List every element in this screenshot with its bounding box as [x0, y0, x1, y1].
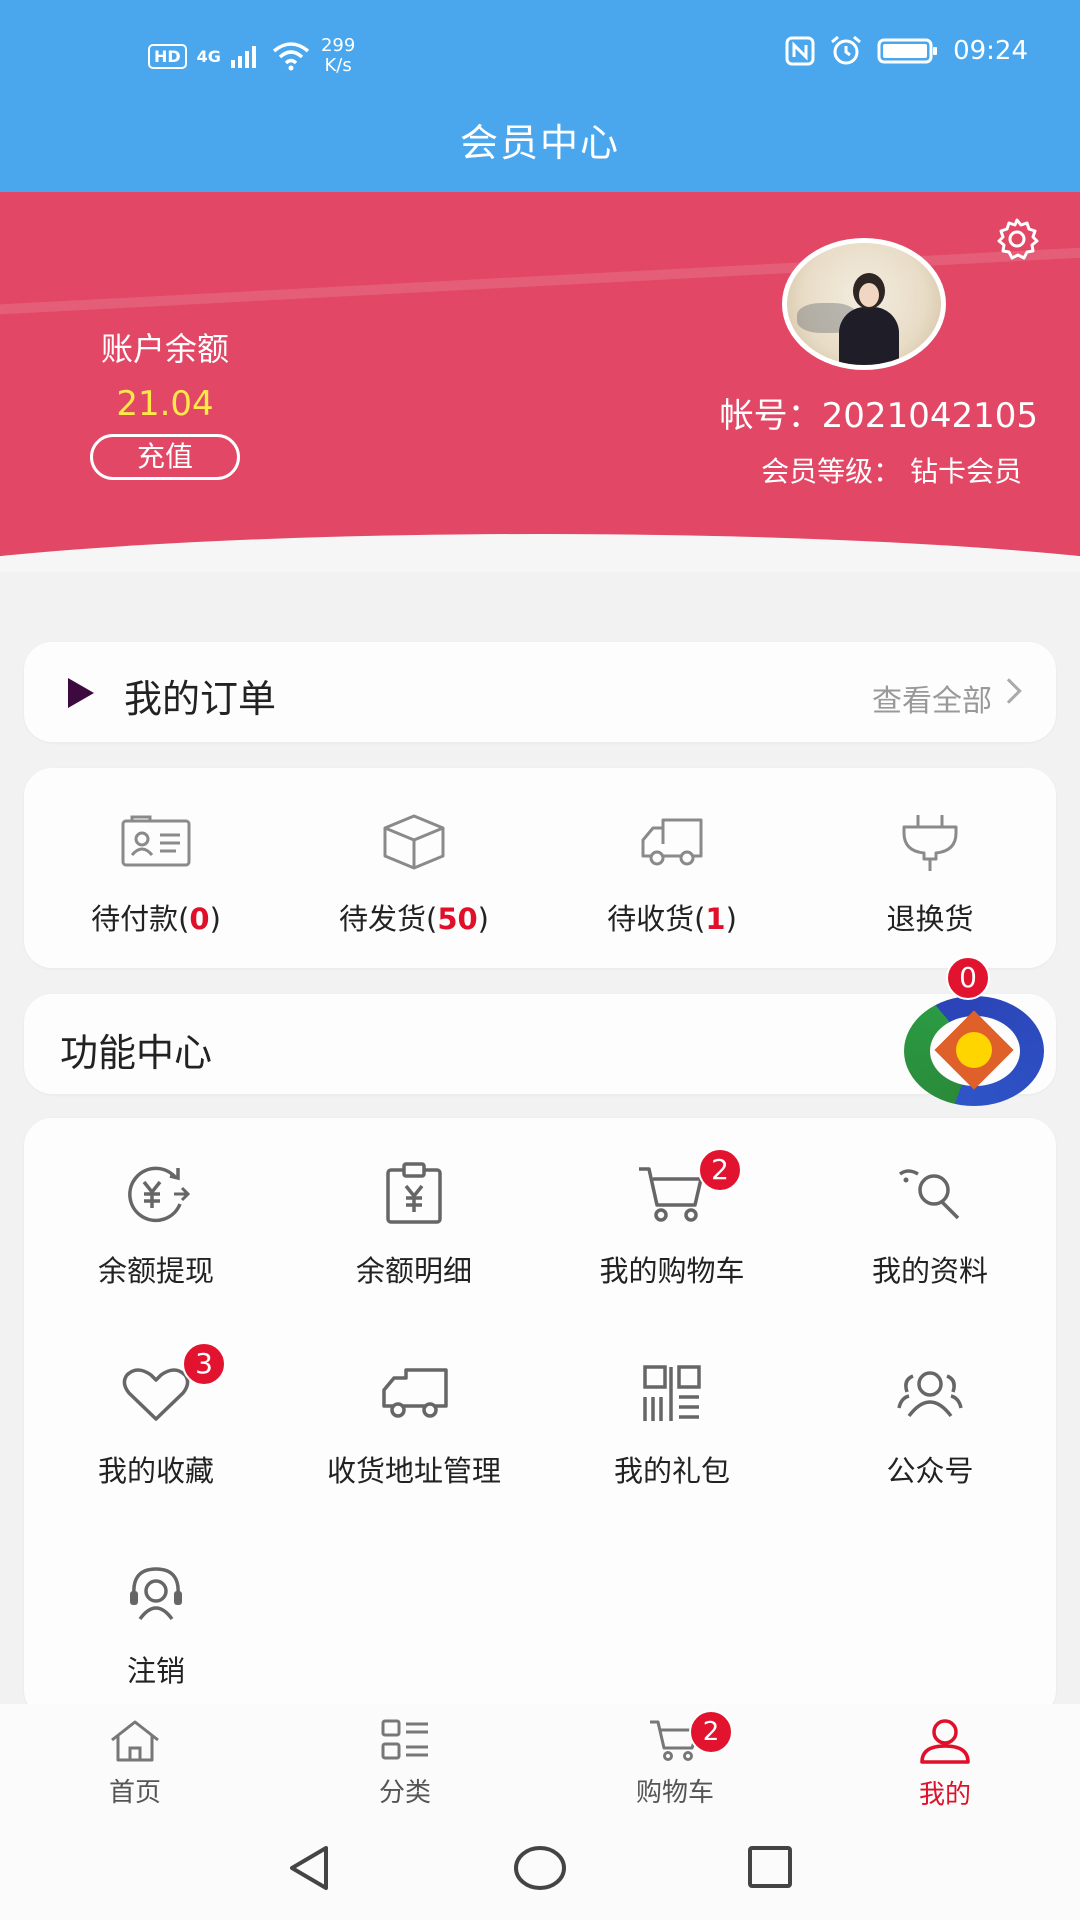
status-bar: HD 4G 299 K/s 09:24: [0, 30, 1080, 80]
logout-button[interactable]: 注销: [36, 1554, 276, 1690]
recents-square-icon[interactable]: [740, 1838, 800, 1898]
balance-value: 21.04: [116, 384, 214, 424]
bottom-tab-bar: 首页 分类 2 购物车 我的: [0, 1704, 1080, 1812]
account-banner: 账户余额 21.04 充值 帐号：2021042105 会员等级： 钻卡会员: [0, 192, 1080, 572]
balance-block: 账户余额 21.04 充值: [70, 324, 260, 480]
tab-label: 购物车: [635, 1778, 714, 1808]
clock: 09:24: [953, 36, 1028, 66]
category-icon: [381, 1719, 428, 1760]
address-management-button[interactable]: 收货地址管理: [294, 1354, 534, 1490]
page-title: 会员中心: [459, 121, 620, 165]
tab-label: 分类: [378, 1778, 431, 1808]
balance-withdraw-button[interactable]: 余额提现: [36, 1154, 276, 1290]
top-bar: HD 4G 299 K/s 09:24 会员中心: [0, 0, 1080, 192]
chevron-right-icon: [996, 678, 1022, 704]
function-label: 余额提现: [97, 1254, 214, 1288]
network-indicator: 4G: [196, 46, 221, 66]
recharge-button[interactable]: 充值: [90, 434, 240, 480]
settings-gear-icon[interactable]: [994, 216, 1040, 262]
home-circle-icon[interactable]: [510, 1838, 570, 1898]
order-returns[interactable]: 退换货: [810, 802, 1050, 938]
order-status-label: 待付款(0): [91, 902, 221, 936]
triangle-icon: [68, 678, 94, 708]
network-speed: 299 K/s: [320, 35, 356, 76]
function-grid: 余额提现 余额明细 2 我的购物车 我的资料 3 我的收藏 收货地址管理 我的礼…: [24, 1118, 1056, 1718]
order-pending-receipt[interactable]: 待收货(1): [552, 802, 792, 938]
tab-cart[interactable]: 2 购物车: [585, 1710, 765, 1809]
home-icon: [111, 1720, 159, 1762]
function-label: 我的礼包: [613, 1454, 730, 1488]
tab-mine[interactable]: 我的: [855, 1718, 1035, 1811]
order-status-row: 待付款(0) 待发货(50) 待收货(1) 退换货: [24, 768, 1056, 968]
withdraw-yuan-icon: [128, 1166, 191, 1223]
function-center-title: 功能中心: [60, 1031, 213, 1075]
account-number: 帐号：2021042105: [719, 396, 1038, 436]
function-label: 我的收藏: [97, 1454, 214, 1488]
view-all-link[interactable]: 查看全部: [872, 676, 992, 720]
truck-icon: [641, 818, 703, 866]
battery-icon: [877, 38, 938, 64]
favorites-badge: 3: [182, 1342, 226, 1386]
users-icon: [897, 1371, 963, 1418]
smiley-icon: [956, 1032, 992, 1068]
tab-cart-badge: 2: [689, 1710, 733, 1754]
wifi-icon: [272, 42, 310, 71]
clipboard-yuan-icon: [386, 1162, 442, 1224]
avatar[interactable]: [782, 238, 946, 370]
box-icon: [383, 814, 445, 870]
back-triangle-icon[interactable]: [280, 1838, 340, 1898]
balance-label: 账户余额: [100, 330, 229, 368]
function-label: 我的购物车: [599, 1254, 745, 1288]
system-navigation-bar: [0, 1812, 1080, 1920]
member-level: 会员等级： 钻卡会员: [761, 455, 1022, 488]
floating-badge: 0: [946, 956, 990, 1000]
user-icon: [920, 1719, 970, 1764]
profile-icon: [898, 1169, 960, 1220]
cart-badge: 2: [698, 1148, 742, 1192]
my-favorites-button[interactable]: 3 我的收藏: [36, 1342, 276, 1490]
heart-icon: [122, 1368, 190, 1421]
tab-category[interactable]: 分类: [315, 1718, 495, 1809]
my-cart-button[interactable]: 2 我的购物车: [552, 1148, 792, 1290]
order-status-label: 待发货(50): [338, 902, 489, 936]
function-label: 收货地址管理: [326, 1454, 501, 1488]
tab-label: 我的: [918, 1780, 971, 1810]
signal-icon: [230, 46, 256, 68]
my-gift-pack-button[interactable]: 我的礼包: [552, 1354, 792, 1490]
order-pending-shipment[interactable]: 待发货(50): [294, 802, 534, 938]
order-pending-payment[interactable]: 待付款(0): [36, 802, 276, 938]
function-label: 余额明细: [355, 1254, 472, 1288]
logout-user-icon: [130, 1567, 182, 1621]
tab-home[interactable]: 首页: [45, 1718, 225, 1809]
banner-curve: [0, 534, 1080, 572]
plug-icon: [902, 815, 958, 871]
tab-label: 首页: [108, 1778, 161, 1808]
function-label: 我的资料: [871, 1254, 988, 1288]
official-account-button[interactable]: 公众号: [810, 1354, 1050, 1490]
cart-icon: [639, 1167, 703, 1222]
my-profile-button[interactable]: 我的资料: [810, 1154, 1050, 1290]
function-label: 公众号: [886, 1454, 974, 1488]
nfc-icon: [785, 36, 815, 66]
orders-header[interactable]: 我的订单 查看全部: [24, 642, 1056, 742]
alarm-icon: [831, 36, 862, 65]
hd-indicator: HD: [148, 43, 187, 69]
order-status-label: 退换货: [886, 902, 974, 936]
function-label: 注销: [126, 1654, 185, 1688]
qr-code-icon: [643, 1365, 701, 1421]
id-card-icon: [121, 815, 191, 867]
orders-title: 我的订单: [124, 677, 277, 721]
floating-widget[interactable]: 0: [900, 956, 1050, 1110]
order-status-label: 待收货(1): [607, 902, 737, 936]
balance-details-button[interactable]: 余额明细: [294, 1154, 534, 1290]
truck-address-icon: [382, 1368, 448, 1418]
